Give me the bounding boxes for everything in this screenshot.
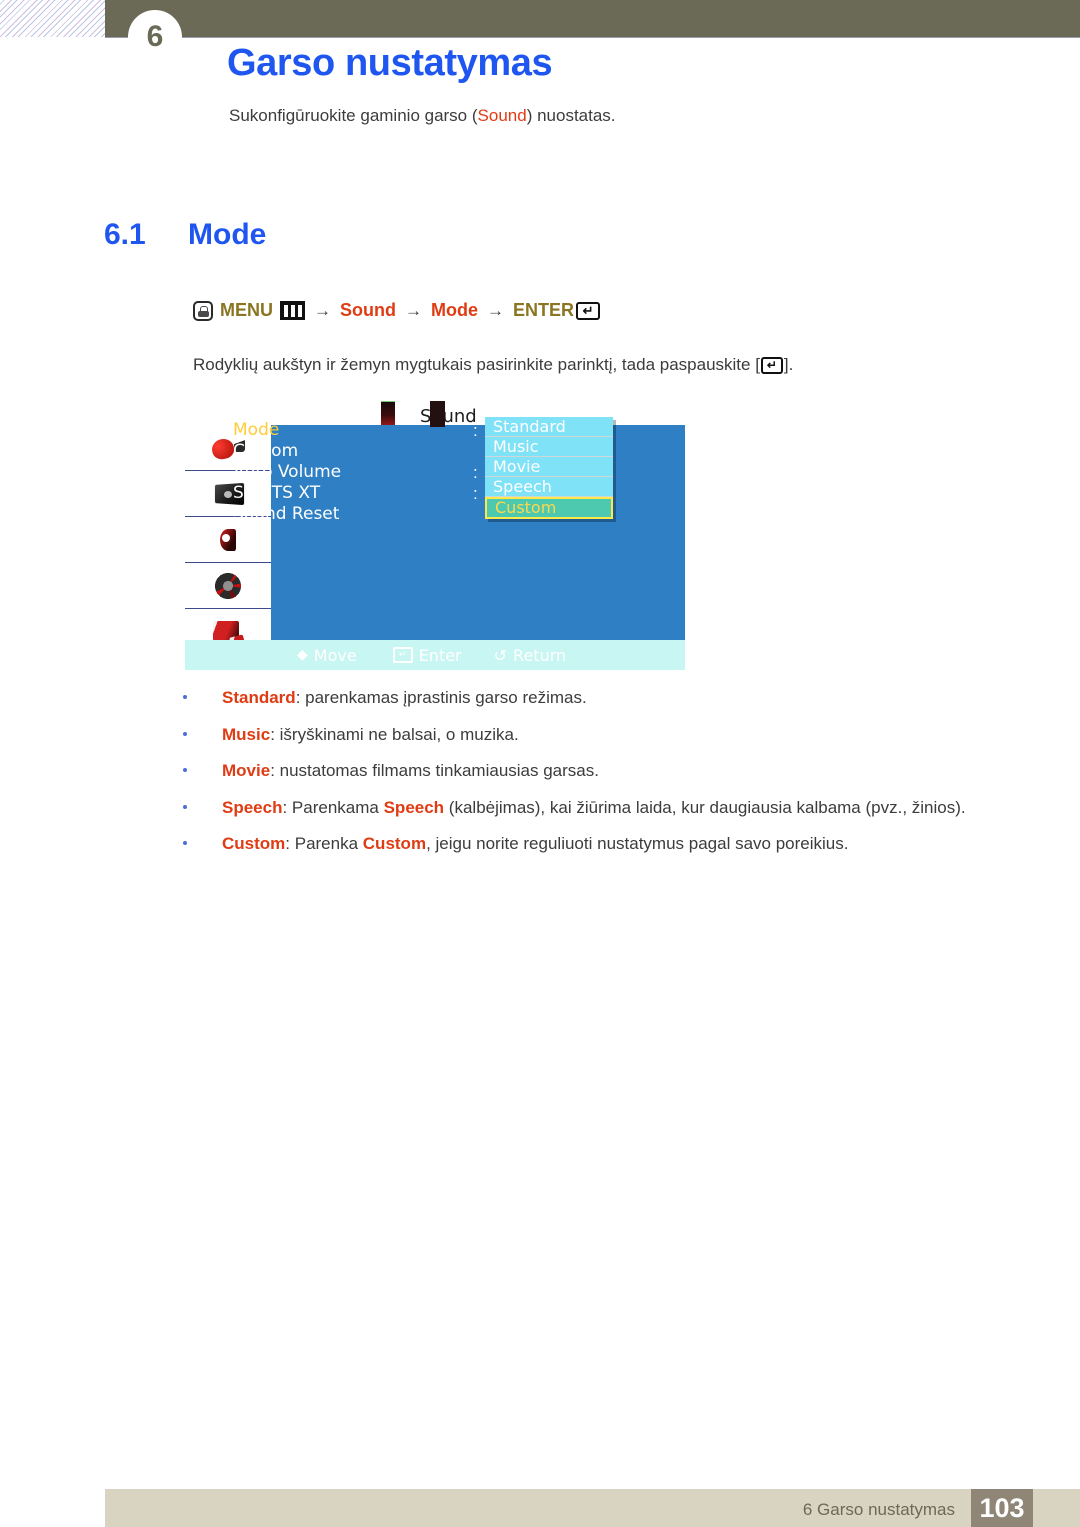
osd-hint-return-label: Return [513,645,567,665]
list-item: Movie: nustatomas filmams tinkamiausias … [183,761,1053,781]
instruction-before: Rodyklių aukštyn ir žemyn mygtukais pasi… [193,355,760,374]
list-item: Standard: parenkamas įprastinis garso re… [183,688,1053,708]
enter-key-icon: ↵ [576,301,601,320]
section-heading: 6.1 Mode [104,218,266,252]
page-subtitle-highlight: Sound [477,106,527,125]
osd-title: Sound [420,406,477,427]
page-subtitle-before: Sukonfigūruokite gaminio garso ( [229,106,478,125]
option-desc: : išryškinami ne balsai, o muzika. [270,724,519,744]
osd-colon-4: : [473,484,478,503]
bullet-dot-icon [183,695,187,699]
header-bar [105,0,1080,37]
menu-label: MENU [220,300,273,320]
option-term-inline: Speech [383,797,445,817]
mode-options-list: Standard: parenkamas įprastinis garso re… [183,688,1053,871]
page-title: Garso nustatymas [227,42,553,84]
section-number: 6.1 [104,218,146,251]
updown-arrow-icon: ◆ [297,647,308,663]
section-title: Mode [188,218,267,251]
osd-colon-2 [473,441,478,462]
osd-hint-move-label: Move [313,645,357,665]
page-subtitle-after: ) nuostatas. [526,106,616,125]
option-term: Movie [222,761,271,780]
instruction-line: Rodyklių aukštyn ir žemyn mygtukais pasi… [193,355,793,375]
option-term: Speech [222,797,283,817]
option-term: Standard [222,688,296,707]
sound-icon [208,525,248,555]
bullet-dot-icon [183,841,187,845]
return-arrow-icon: ↺ [493,645,508,665]
hand-press-icon [193,300,213,321]
option-desc: : parenkamas įprastinis garso režimas. [295,688,587,707]
dropdown-option-music[interactable]: Music [485,437,613,457]
option-desc-tail: (kalbėjimas), kai žiūrima laida, kur dau… [444,797,966,817]
osd-sidebar-item-system[interactable] [185,563,271,609]
osd-menu-rows: Mode Custom Auto Volume SRS TS XT Sound … [233,420,341,525]
osd-screenshot: Sound Mode Custom Auto Volume SRS TS XT … [185,398,685,683]
option-term: Custom [222,834,286,853]
osd-title-occluder [430,401,445,427]
system-gear-icon [214,571,242,600]
path-step-sound: Sound [340,300,396,320]
osd-hint-bar: ◆ Move ↵ Enter ↺ Return [185,627,685,670]
enter-label: ENTER [513,300,575,320]
dropdown-option-standard[interactable]: Standard [485,417,613,437]
osd-colon-3: : [473,463,478,482]
dropdown-option-custom[interactable]: Custom [485,497,613,519]
menu-bars-icon [280,301,305,320]
option-term: Music [222,724,271,744]
bullet-dot-icon [183,804,187,809]
osd-colon-1: : [473,421,478,440]
chapter-badge: 6 [128,10,182,64]
osd-row-sound-reset[interactable]: Sound Reset [233,504,341,525]
osd-row-srs-ts-xt[interactable]: SRS TS XT [233,483,341,504]
osd-hint-enter: ↵ Enter [392,645,462,665]
dropdown-option-speech[interactable]: Speech [485,477,613,497]
osd-hint-enter-label: Enter [418,645,462,665]
option-desc: : Parenkama [282,797,384,817]
path-arrow-1: → [314,300,331,320]
path-arrow-3: → [487,300,504,320]
option-term-inline: Custom [362,834,427,853]
option-desc: : Parenka [285,834,363,853]
osd-mode-dropdown[interactable]: Standard Music Movie Speech Custom [485,417,613,519]
osd-row-auto-volume[interactable]: Auto Volume [233,462,341,483]
page-number: 103 [971,1489,1033,1527]
header-underline [105,37,1080,38]
osd-colons: : : : [473,420,478,525]
option-desc-tail: , jeigu norite reguliuoti nustatymus pag… [426,834,849,853]
bullet-dot-icon [183,731,187,736]
menu-path: MENU → Sound → Mode → ENTER ↵ [193,300,601,321]
osd-colon-5 [473,504,478,525]
path-arrow-2: → [405,300,422,320]
corner-hatch-decoration [0,0,108,37]
list-item: Speech: Parenkama Speech (kalbėjimas), k… [183,798,1053,818]
osd-hint-move: ◆ Move [297,646,357,665]
list-item: Custom: Parenka Custom, jeigu norite reg… [183,834,1053,854]
enter-key-icon: ↵ [392,647,413,663]
list-item: Music: išryškinami ne balsai, o muzika. [183,725,1053,745]
bullet-dot-icon [183,768,187,772]
osd-row-custom[interactable]: Custom [233,441,341,462]
page-subtitle: Sukonfigūruokite gaminio garso (Sound) n… [229,106,616,126]
instruction-after: ]. [783,355,794,374]
option-desc: : nustatomas filmams tinkamiausias garsa… [270,761,599,780]
footer-chapter-label: 6 Garso nustatymas [802,1500,955,1519]
path-step-mode: Mode [431,300,478,320]
dropdown-option-movie[interactable]: Movie [485,457,613,477]
osd-row-mode[interactable]: Mode [233,420,341,441]
osd-hint-return: ↺ Return [494,646,567,665]
enter-key-icon: ↵ [760,356,783,374]
